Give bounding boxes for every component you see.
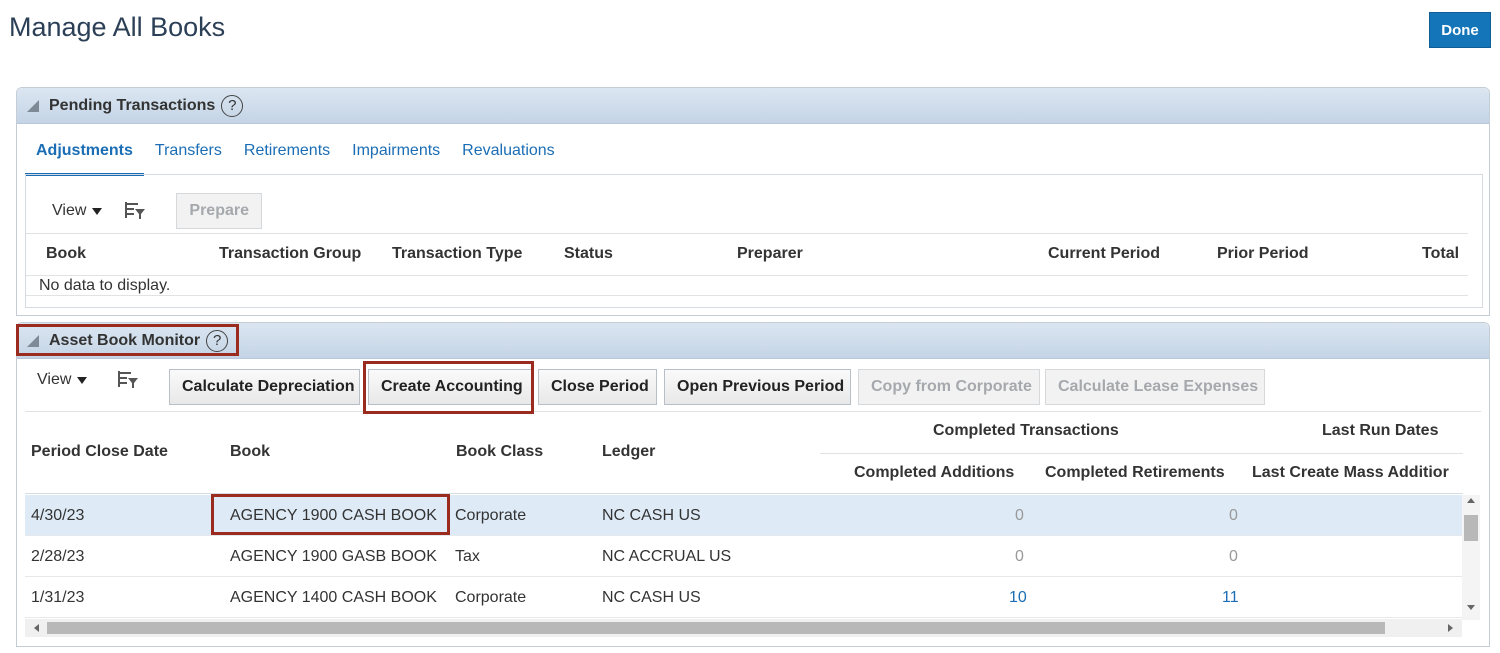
page-title: Manage All Books [9, 12, 226, 42]
done-button[interactable]: Done [1429, 12, 1491, 48]
col-header-transaction-type[interactable]: Transaction Type [392, 245, 522, 263]
tab-transfers[interactable]: Transfers [144, 136, 233, 176]
query-by-example-icon[interactable] [124, 201, 146, 221]
asset-book-monitor-panel: Asset Book Monitor ? View Calculate Depr… [16, 322, 1490, 647]
book-cell: AGENCY 1400 CASH BOOK [230, 589, 437, 606]
pending-toolbar: View Prepare [52, 193, 262, 229]
pending-transactions-panel: Pending Transactions ? Adjustments Trans… [16, 87, 1490, 316]
col-header-book-class[interactable]: Book Class [456, 443, 543, 461]
view-menu[interactable]: View [52, 202, 103, 220]
completed-retirements-cell: 0 [1229, 548, 1238, 565]
col-header-transaction-group[interactable]: Transaction Group [219, 245, 361, 263]
view-menu[interactable]: View [37, 371, 88, 389]
ledger-cell: NC ACCRUAL US [602, 548, 732, 565]
adjustments-table-region: View Prepare Book Transaction Group Tran… [25, 174, 1483, 308]
open-previous-period-button[interactable]: Open Previous Period [664, 369, 851, 405]
help-icon[interactable]: ? [221, 94, 244, 117]
close-period-button[interactable]: Close Period [538, 369, 657, 405]
highlight-create-accounting [363, 361, 534, 414]
col-header-current-period[interactable]: Current Period [1048, 245, 1160, 263]
completed-retirements-link[interactable]: 11 [1222, 589, 1239, 607]
monitor-toolbar: View [37, 370, 139, 390]
vertical-scrollbar[interactable] [1462, 495, 1480, 620]
tab-adjustments[interactable]: Adjustments [25, 136, 144, 176]
col-header-preparer[interactable]: Preparer [737, 245, 803, 263]
tab-impairments[interactable]: Impairments [341, 136, 451, 176]
view-menu-label: View [52, 202, 87, 219]
col-header-total[interactable]: Total [1422, 245, 1459, 263]
pending-tabs: Adjustments Transfers Retirements Impair… [25, 136, 566, 176]
query-by-example-icon[interactable] [117, 370, 139, 390]
book-class-cell: Tax [455, 548, 480, 565]
col-header-period-close-date[interactable]: Period Close Date [31, 443, 168, 461]
col-header-completed-additions[interactable]: Completed Additions [854, 464, 1014, 482]
col-header-last-create-mass-additions[interactable]: Last Create Mass Additior [1252, 464, 1449, 481]
col-group-completed-transactions: Completed Transactions [933, 422, 1119, 439]
col-group-last-run-dates: Last Run Dates [1322, 422, 1439, 439]
tab-revaluations[interactable]: Revaluations [451, 136, 566, 176]
col-header-ledger[interactable]: Ledger [602, 443, 655, 461]
highlight-asset-book-monitor [16, 324, 239, 356]
col-header-completed-retirements[interactable]: Completed Retirements [1045, 464, 1225, 482]
book-cell: AGENCY 1900 GASB BOOK [230, 548, 437, 565]
scroll-up-icon [1467, 498, 1475, 503]
collapse-triangle-icon[interactable] [27, 99, 39, 112]
chevron-down-icon [92, 207, 103, 215]
book-class-cell: Corporate [455, 507, 527, 524]
copy-from-corporate-button[interactable]: Copy from Corporate [858, 369, 1040, 405]
period-close-date-cell: 4/30/23 [31, 507, 85, 524]
period-close-date-cell: 2/28/23 [31, 548, 85, 565]
ledger-cell: NC CASH US [602, 589, 701, 606]
ledger-cell: NC CASH US [602, 507, 701, 524]
table-row[interactable]: 1/31/23 AGENCY 1400 CASH BOOK Corporate … [25, 577, 1463, 618]
calculate-depreciation-button[interactable]: Calculate Depreciation [169, 369, 360, 405]
highlight-book-cell [211, 494, 450, 535]
pending-transactions-title: Pending Transactions [49, 96, 216, 114]
col-header-status[interactable]: Status [564, 245, 613, 263]
pending-transactions-header[interactable]: Pending Transactions ? [17, 88, 1489, 124]
col-header-book[interactable]: Book [230, 443, 270, 461]
completed-additions-link[interactable]: 10 [1009, 589, 1027, 607]
table-row[interactable]: 2/28/23 AGENCY 1900 GASB BOOK Tax NC ACC… [25, 536, 1463, 577]
completed-additions-cell: 0 [1015, 548, 1024, 565]
prepare-button[interactable]: Prepare [176, 193, 262, 229]
calculate-lease-expenses-button[interactable]: Calculate Lease Expenses [1045, 369, 1265, 405]
empty-table-message: No data to display. [39, 277, 171, 294]
scroll-down-icon [1467, 605, 1475, 610]
col-header-prior-period[interactable]: Prior Period [1217, 245, 1309, 263]
completed-retirements-cell: 0 [1229, 507, 1238, 524]
completed-additions-cell: 0 [1015, 507, 1024, 524]
col-header-book[interactable]: Book [46, 245, 86, 263]
horizontal-scrollbar[interactable] [25, 619, 1462, 637]
book-class-cell: Corporate [455, 589, 527, 606]
chevron-down-icon [77, 376, 88, 384]
tab-retirements[interactable]: Retirements [233, 136, 341, 176]
view-menu-label: View [37, 371, 72, 388]
period-close-date-cell: 1/31/23 [31, 589, 85, 606]
